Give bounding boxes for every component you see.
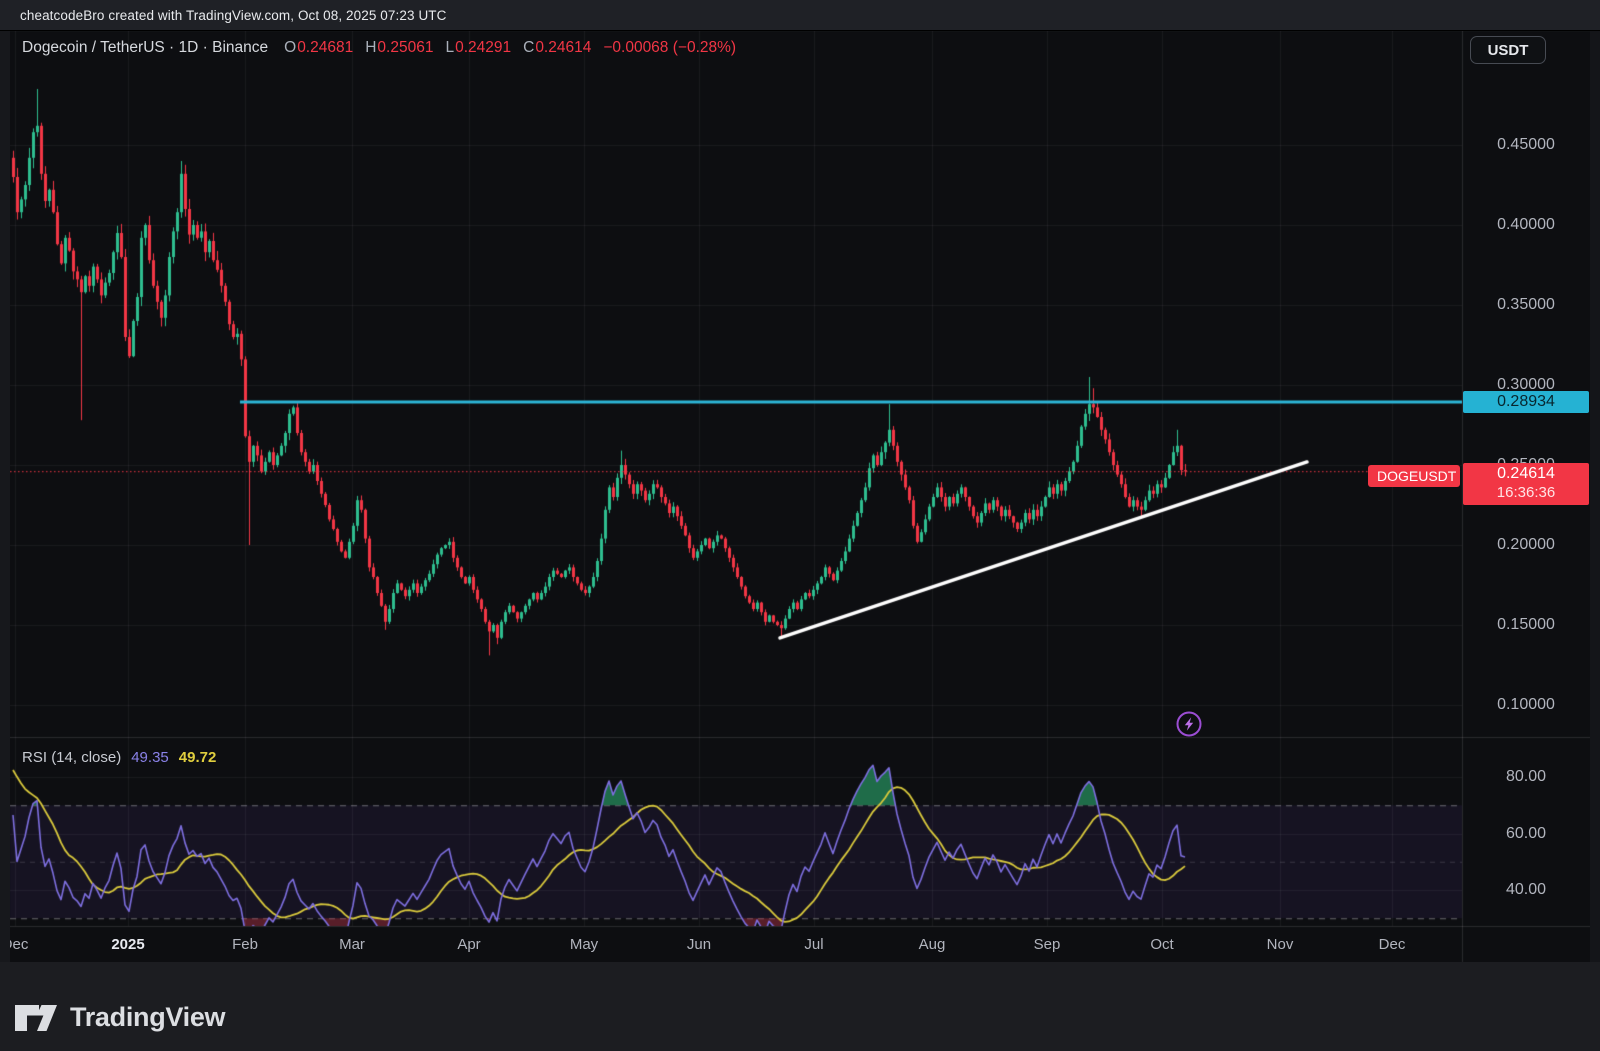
time-tick-label: Dec [1379,936,1406,953]
price-tick-label: 0.40000 [1462,216,1590,234]
time-tick-label: Nov [1267,936,1294,953]
time-tick-label: Jul [804,936,823,953]
ohlc-values: O0.24681 H0.25061 L0.24291 C0.24614 −0.0… [284,39,736,57]
price-tick-label: 0.35000 [1462,296,1590,314]
time-tick-label: Mar [339,936,365,953]
rsi-tick-label: 80.00 [1462,768,1590,786]
time-tick-label: Apr [457,936,480,953]
price-tick-label: 0.15000 [1462,616,1590,634]
right-gutter [1590,30,1600,962]
time-tick-label: May [570,936,598,953]
symbol-title[interactable]: Dogecoin / TetherUS · 1D · Binance [22,39,268,57]
bar-countdown: 16:36:36 [1463,484,1589,501]
footer-bar: TradingView [0,962,1600,1051]
lightning-icon [1174,709,1204,739]
rsi-tick-label: 60.00 [1462,825,1590,843]
time-tick-label: Feb [232,936,258,953]
price-tick-label: 0.10000 [1462,696,1590,714]
price-tick-label: 0.20000 [1462,536,1590,554]
close-label: C [523,39,534,56]
rsi-tick-label: 40.00 [1462,881,1590,899]
time-tick-label: Sep [1034,936,1061,953]
low-label: L [445,39,454,56]
high-label: H [365,39,376,56]
attribution-text: cheatcodeBro created with TradingView.co… [20,8,446,23]
time-tick-label: 2025 [111,936,144,953]
tradingview-snapshot: cheatcodeBro created with TradingView.co… [0,0,1600,1051]
rsi-title[interactable]: RSI (14, close) [22,749,121,766]
open-value: 0.24681 [297,39,353,56]
tradingview-logo[interactable]: TradingView [14,1002,225,1033]
high-value: 0.25061 [377,39,433,56]
currency-toggle-button[interactable]: USDT [1470,36,1546,64]
tradingview-logo-text: TradingView [70,1002,225,1033]
time-tick-label: Aug [919,936,946,953]
close-value: 0.24614 [535,39,591,56]
price-tick-label: 0.45000 [1462,136,1590,154]
last-price-value: 0.24614 [1463,465,1589,483]
chart-canvas[interactable] [0,0,1600,1051]
resistance-price-label[interactable]: 0.28934 [1463,391,1589,413]
attribution-bar: cheatcodeBro created with TradingView.co… [0,0,1600,31]
rsi-legend: RSI (14, close) 49.35 49.72 [22,749,216,766]
left-gutter [0,30,10,962]
symbol-legend: Dogecoin / TetherUS · 1D · Binance O0.24… [22,39,736,57]
symbol-price-tag[interactable]: DOGEUSDT [1368,465,1460,487]
tradingview-logo-icon [14,1004,58,1032]
low-value: 0.24291 [455,39,511,56]
rsi-ma-value: 49.72 [179,749,217,766]
open-label: O [284,39,296,56]
boost-icon[interactable] [1174,709,1204,739]
rsi-value: 49.35 [131,749,169,766]
change-value: −0.00068 (−0.28%) [603,39,736,57]
time-tick-label: Oct [1150,936,1173,953]
time-tick-label: Jun [687,936,711,953]
last-price-label[interactable]: 0.24614 16:36:36 [1463,463,1589,505]
